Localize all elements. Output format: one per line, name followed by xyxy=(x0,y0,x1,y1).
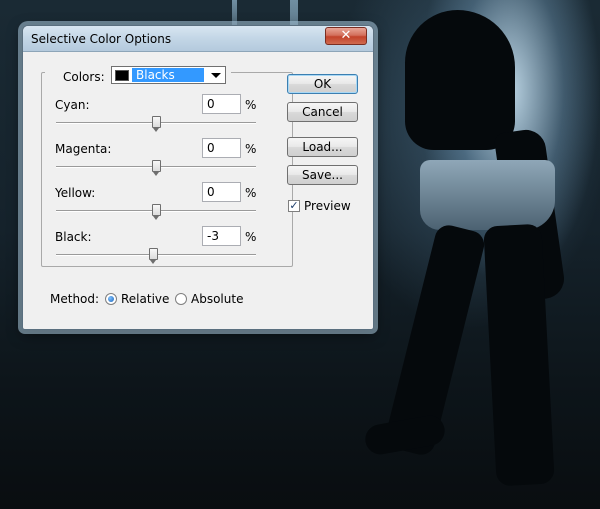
relative-radio[interactable] xyxy=(105,293,117,305)
method-label: Method: xyxy=(50,292,100,306)
figure-silhouette xyxy=(363,413,447,457)
magenta-label: Magenta: xyxy=(55,142,112,156)
load-button[interactable]: Load... xyxy=(287,137,358,157)
magenta-unit: % xyxy=(245,142,257,156)
figure-silhouette xyxy=(420,160,555,230)
check-icon: ✓ xyxy=(289,199,299,212)
cyan-unit: % xyxy=(245,98,257,112)
magenta-input[interactable]: 0 xyxy=(202,138,241,158)
absolute-label[interactable]: Absolute xyxy=(191,292,243,306)
black-unit: % xyxy=(245,230,257,244)
cyan-slider-thumb[interactable] xyxy=(151,116,161,132)
yellow-input[interactable]: 0 xyxy=(202,182,241,202)
ok-button[interactable]: OK xyxy=(287,74,358,94)
cancel-button[interactable]: Cancel xyxy=(287,102,358,122)
title-bar[interactable]: Selective Color Options ✕ xyxy=(23,26,373,52)
cyan-label: Cyan: xyxy=(55,98,90,112)
colors-dropdown[interactable]: Blacks xyxy=(111,66,226,84)
yellow-unit: % xyxy=(245,186,257,200)
preview-label[interactable]: Preview xyxy=(304,199,351,213)
preview-checkbox[interactable]: ✓ xyxy=(288,200,300,212)
magenta-slider-thumb[interactable] xyxy=(151,160,161,176)
selective-color-dialog: Selective Color Options ✕ Colors: Blacks… xyxy=(22,25,374,330)
yellow-slider-thumb[interactable] xyxy=(151,204,161,220)
cyan-input[interactable]: 0 xyxy=(202,94,241,114)
figure-silhouette xyxy=(405,10,515,150)
chevron-down-icon xyxy=(211,73,221,78)
black-label: Black: xyxy=(55,230,92,244)
black-slider-thumb[interactable] xyxy=(148,248,158,264)
save-button[interactable]: Save... xyxy=(287,165,358,185)
yellow-label: Yellow: xyxy=(55,186,96,200)
color-swatch xyxy=(115,70,129,81)
close-icon: ✕ xyxy=(340,28,352,43)
black-input[interactable]: -3 xyxy=(202,226,241,246)
window-title: Selective Color Options xyxy=(31,32,172,46)
colors-label: Colors: xyxy=(63,70,105,84)
absolute-radio[interactable] xyxy=(175,293,187,305)
close-button[interactable]: ✕ xyxy=(325,27,367,45)
relative-label[interactable]: Relative xyxy=(121,292,169,306)
colors-selected-value: Blacks xyxy=(132,68,204,82)
